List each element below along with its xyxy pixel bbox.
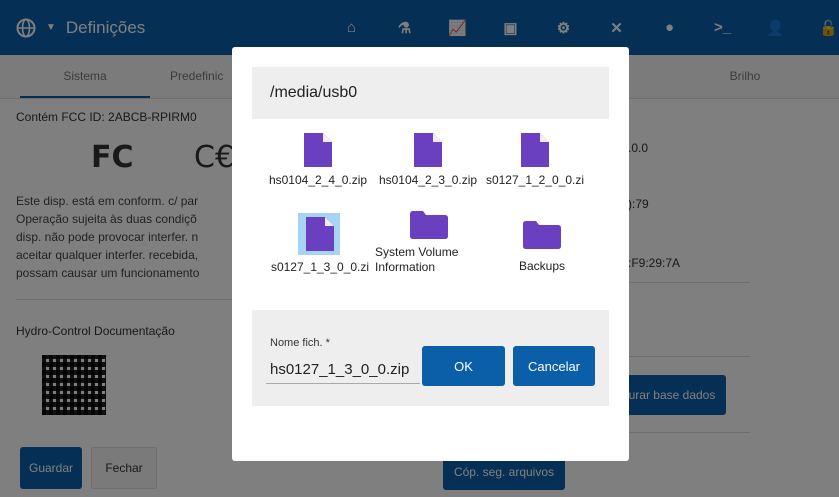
current-path: /media/usb0 xyxy=(252,67,609,119)
folder-item[interactable]: System Volume Information xyxy=(373,211,483,275)
file-picker-dialog: /media/usb0 hs0104_2_4_0.zip hs0104_2_3_… xyxy=(232,47,629,461)
file-icon xyxy=(521,133,549,167)
folder-item[interactable]: Backups xyxy=(487,221,597,274)
file-item[interactable]: hs0104_2_3_0.zip xyxy=(373,133,483,187)
file-name: s0127_1_2_0_0.zi xyxy=(485,173,585,187)
file-name: hs0104_2_3_0.zip xyxy=(378,173,478,187)
file-name: s0127_1_3_0_0.zi xyxy=(270,260,370,274)
filename-section: Nome fich. * hs0127_1_3_0_0.zip OK Cance… xyxy=(252,310,609,406)
file-icon xyxy=(414,133,442,167)
file-icon xyxy=(304,133,332,167)
ok-button[interactable]: OK xyxy=(422,346,505,386)
folder-icon xyxy=(523,221,561,249)
folder-name: Backups xyxy=(518,259,566,273)
file-item[interactable]: s0127_1_2_0_0.zi xyxy=(485,133,585,187)
file-name: hs0104_2_4_0.zip xyxy=(268,173,368,187)
file-item-selected[interactable]: s0127_1_3_0_0.zi xyxy=(263,217,377,274)
cancel-button[interactable]: Cancelar xyxy=(513,346,595,386)
filename-label: Nome fich. * xyxy=(270,337,330,349)
folder-name: System Volume Information xyxy=(375,245,459,274)
file-icon xyxy=(306,217,334,251)
filename-input[interactable]: hs0127_1_3_0_0.zip xyxy=(266,357,420,384)
folder-icon xyxy=(410,211,448,239)
file-item[interactable]: hs0104_2_4_0.zip xyxy=(263,133,373,187)
